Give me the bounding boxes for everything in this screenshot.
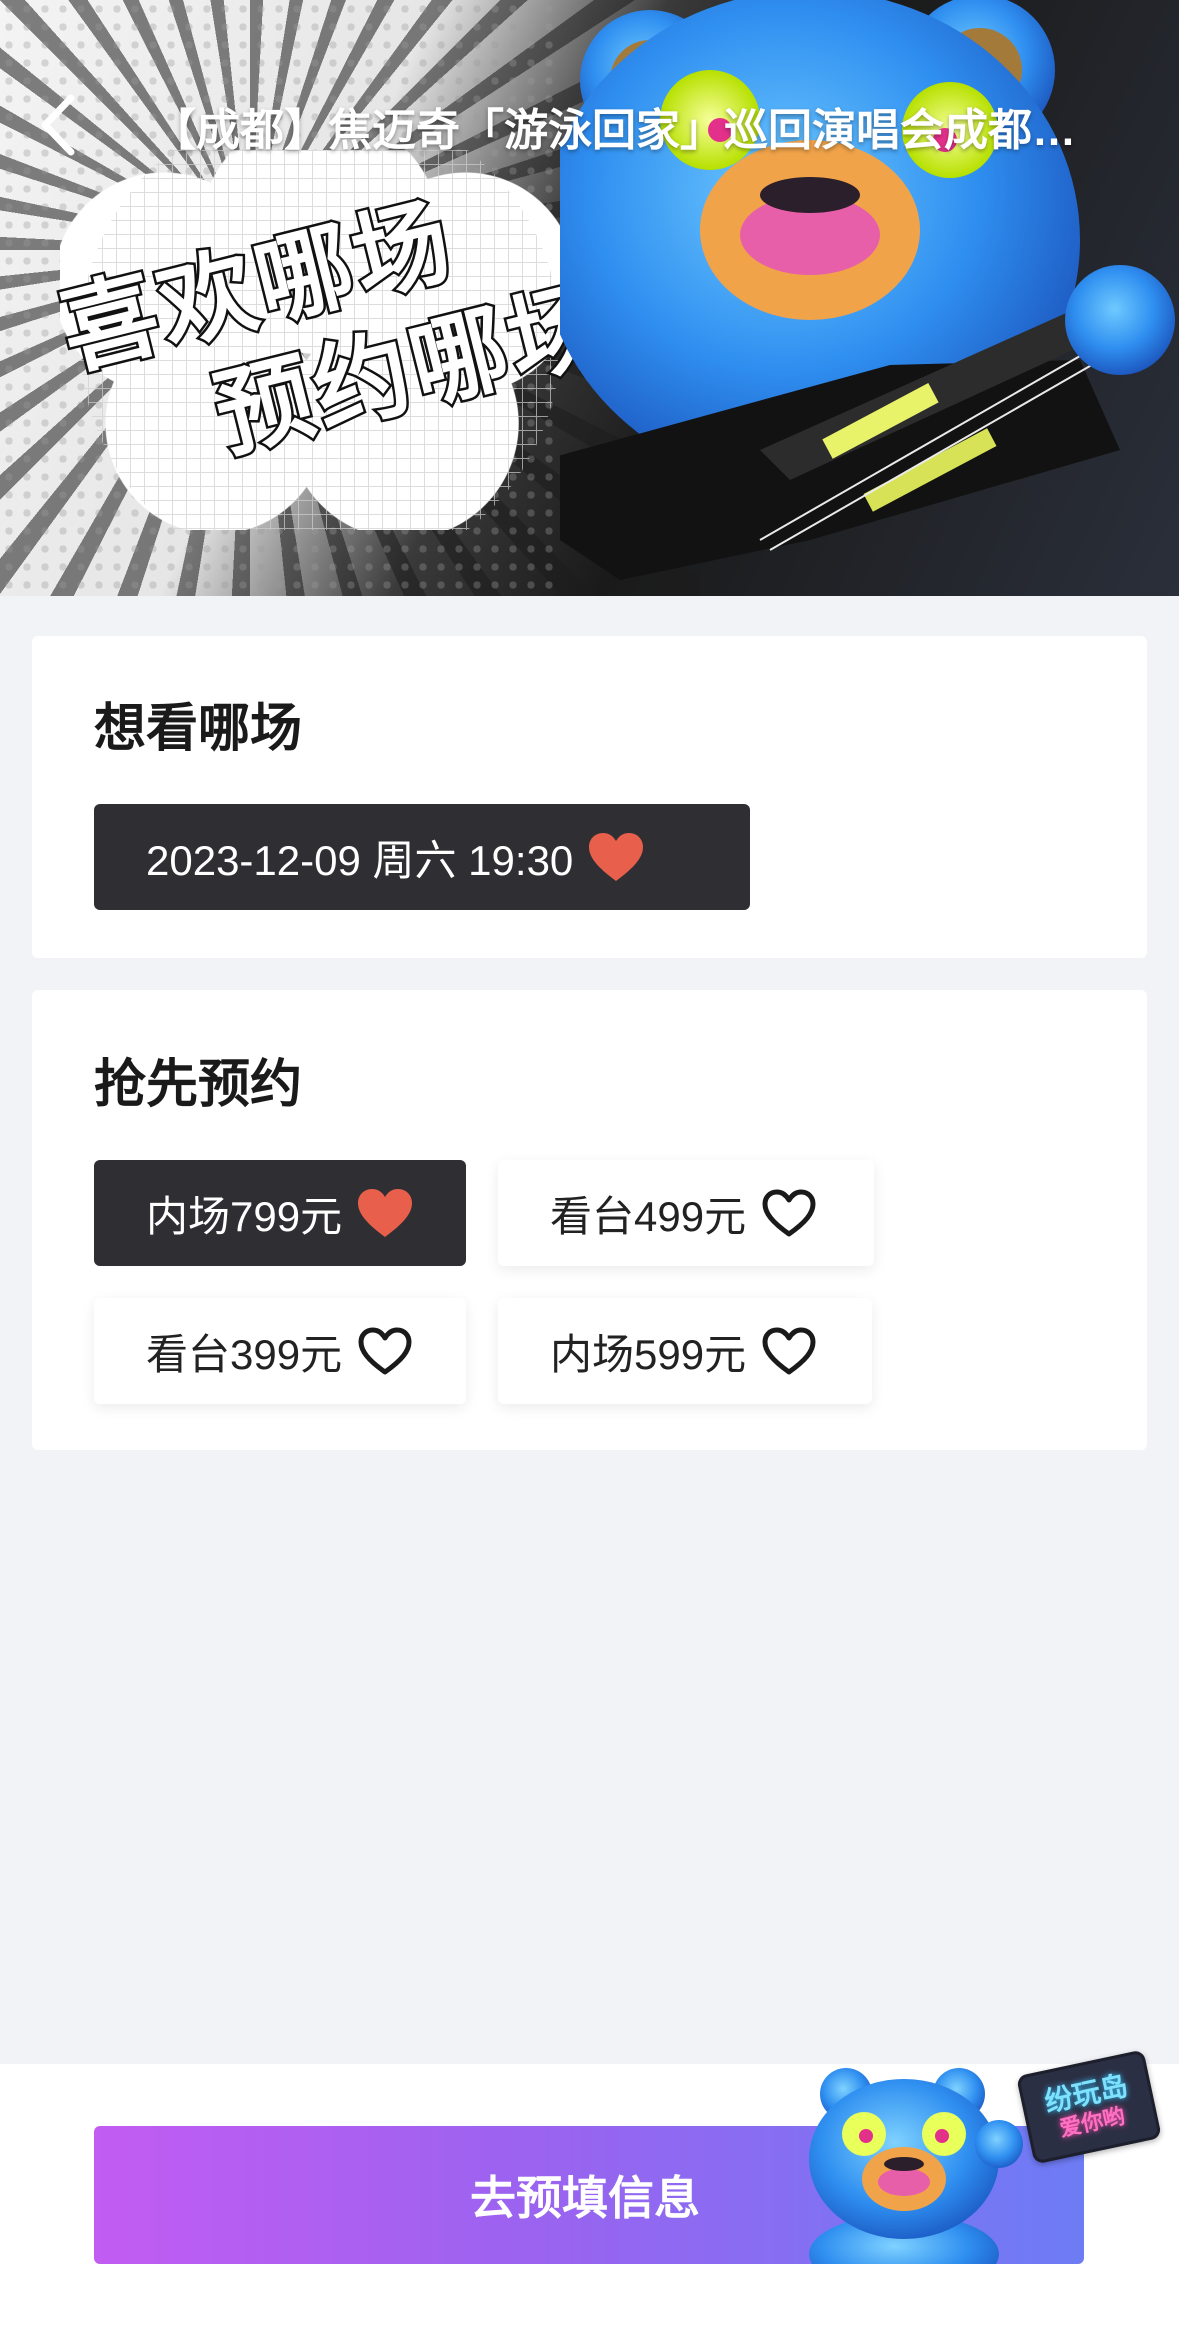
prefill-info-label: 去预填信息	[470, 2172, 700, 2224]
page-title: 【成都】焦迈奇「游泳回家」巡回演唱会成都站…	[152, 106, 1112, 155]
heart-filled-icon	[587, 831, 645, 883]
heart-outline-icon	[356, 1325, 414, 1377]
prefill-info-button[interactable]: 去预填信息 纷玩岛 爱你哟	[94, 2049, 1162, 2294]
ticket-option-label: 看台499元	[550, 1192, 747, 1240]
ticket-option-label: 内场799元	[146, 1192, 343, 1240]
title-bar: 【成都】焦迈奇「游泳回家」巡回演唱会成都站…	[0, 60, 1179, 180]
chevron-left-icon	[41, 94, 75, 156]
ticket-option-floor-799[interactable]: 内场799元	[94, 1160, 466, 1266]
bottom-action-bar: 去预填信息 纷玩岛 爱你哟	[0, 2049, 1179, 2329]
ticket-option-stand-499[interactable]: 看台499元	[498, 1160, 874, 1266]
session-section-title: 想看哪场	[94, 700, 303, 758]
mascot-illustration: 纷玩岛 爱你哟	[754, 2049, 1162, 2294]
session-option-2023-12-09[interactable]: 2023-12-09 周六 19:30	[94, 804, 750, 910]
ticket-option-stand-399[interactable]: 看台399元	[94, 1298, 466, 1404]
ticket-option-label: 看台399元	[146, 1330, 343, 1378]
heart-filled-icon	[356, 1187, 414, 1239]
session-card: 想看哪场 2023-12-09 周六 19:30	[32, 636, 1147, 958]
heart-outline-icon	[760, 1187, 818, 1239]
hero-banner: 喜欢哪场 预约哪场 【成都】焦迈奇「游泳回家」巡回演唱会成都站…	[0, 0, 1179, 596]
mascot-bear-icon	[809, 2068, 1023, 2294]
back-button[interactable]	[22, 90, 92, 160]
session-option-label: 2023-12-09 周六 19:30	[146, 836, 574, 884]
ticket-card: 抢先预约 内场799元 看台499元 看台399元 内场599元	[32, 990, 1147, 1450]
ticket-option-label: 内场599元	[550, 1330, 747, 1378]
heart-outline-icon	[760, 1325, 818, 1377]
ticket-section-title: 抢先预约	[94, 1056, 303, 1114]
ticket-option-floor-599[interactable]: 内场599元	[498, 1298, 872, 1404]
